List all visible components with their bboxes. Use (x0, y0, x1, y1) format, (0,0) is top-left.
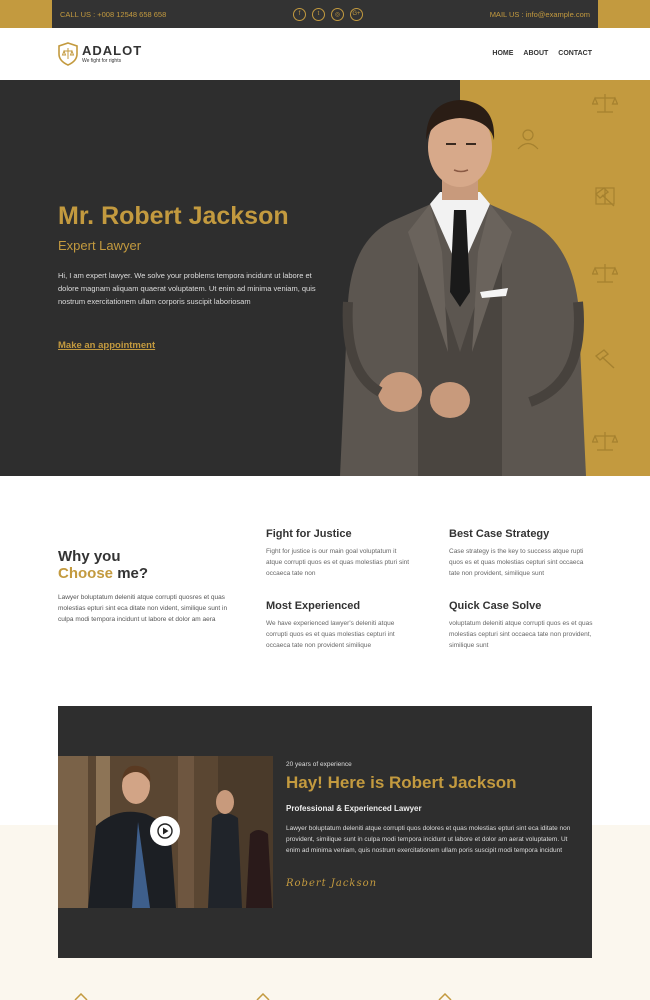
why-title-line1: Why you (58, 548, 121, 565)
scales-icon-3 (592, 432, 618, 451)
chevron-up-icon (74, 993, 88, 1000)
nav-contact[interactable]: CONTACT (558, 50, 592, 57)
feature-title: Quick Case Solve (449, 600, 542, 612)
why-title-highlight: Choose (58, 565, 114, 582)
hero-subtitle: Expert Lawyer (58, 238, 142, 253)
feature-text: Fight for justice is our main goal volup… (266, 548, 410, 577)
facebook-icon[interactable]: f (292, 7, 306, 21)
why-title-rest: me? (117, 565, 149, 582)
play-button[interactable] (150, 816, 180, 846)
social-links: f t ◎ G+ (292, 7, 363, 21)
chevron-up-icon-3 (438, 993, 452, 1000)
chevron-up-icon-2 (256, 993, 270, 1000)
appointment-link[interactable]: Make an appointment (58, 340, 155, 351)
lawyer-portrait (340, 100, 586, 476)
experience-label: 20 years of experience (286, 761, 352, 768)
brand-name: ADALOT (82, 43, 143, 58)
feature-text: voluptatum deleniti atque corrupti quos … (449, 620, 593, 649)
nav-home[interactable]: HOME (492, 50, 513, 57)
hero-description: Hi, I am expert lawyer. We solve your pr… (58, 271, 316, 306)
about-description: Lawyer boluptatum deleniti atque corrupt… (286, 825, 571, 854)
signature: Robert Jackson (286, 878, 378, 889)
feature-text: We have experienced lawyer's deleniti at… (266, 620, 395, 649)
main-nav: HOME ABOUT CONTACT (492, 50, 592, 57)
about-subtitle: Professional & Experienced Lawyer (286, 804, 422, 813)
google-plus-icon[interactable]: G+ (349, 7, 363, 21)
why-title-line2: Choose me? (58, 565, 148, 582)
feature-quick-case-solve: Quick Case Solve voluptatum deleniti atq… (449, 600, 594, 651)
feature-most-experienced: Most Experienced We have experienced law… (266, 600, 411, 651)
gavel-icon (594, 187, 615, 207)
feature-text: Case strategy is the key to success atqu… (449, 548, 584, 577)
about-video-thumbnail[interactable] (58, 756, 273, 908)
why-choose-title: Why you Choose me? (58, 548, 148, 582)
feature-best-case-strategy: Best Case Strategy Case strategy is the … (449, 528, 594, 579)
feature-title: Fight for Justice (266, 528, 352, 540)
about-section: 20 years of experience Hay! Here is Robe… (58, 706, 592, 958)
hero-title: Mr. Robert Jackson (58, 202, 289, 230)
gavel-icon-2 (594, 349, 615, 369)
why-description: Lawyer boluptatum deleniti atque corrupt… (58, 594, 228, 623)
email-link[interactable]: info@example.com (526, 10, 590, 19)
logo[interactable]: ADALOT We fight for rights (58, 42, 142, 66)
scales-icon-2 (592, 264, 618, 283)
nav-about[interactable]: ABOUT (523, 50, 548, 57)
header: ADALOT We fight for rights HOME ABOUT CO… (0, 28, 650, 80)
mail-label: MAIL US : (489, 9, 524, 19)
phone-number[interactable]: +008 12548 658 658 (97, 10, 166, 19)
twitter-icon[interactable]: t (311, 7, 325, 21)
play-icon (157, 823, 173, 839)
scales-icon (592, 94, 618, 113)
mail-info: MAIL US : info@example.com (490, 10, 590, 19)
feature-fight-for-justice: Fight for Justice Fight for justice is o… (266, 528, 411, 579)
topbar: CALL US : +008 12548 658 658 f t ◎ G+ MA… (52, 0, 598, 28)
about-title: Hay! Here is Robert Jackson (286, 773, 517, 792)
logo-text: ADALOT We fight for rights (82, 43, 143, 65)
feature-title: Most Experienced (266, 600, 361, 612)
instagram-icon[interactable]: ◎ (330, 7, 344, 21)
feature-title: Best Case Strategy (449, 528, 550, 540)
call-info: CALL US : +008 12548 658 658 (60, 10, 166, 19)
brand-tagline: We fight for rights (82, 58, 122, 64)
call-label: CALL US : (60, 9, 96, 19)
shield-logo-icon (58, 42, 78, 66)
hero-section: Mr. Robert Jackson Expert Lawyer Hi, I a… (0, 80, 650, 476)
